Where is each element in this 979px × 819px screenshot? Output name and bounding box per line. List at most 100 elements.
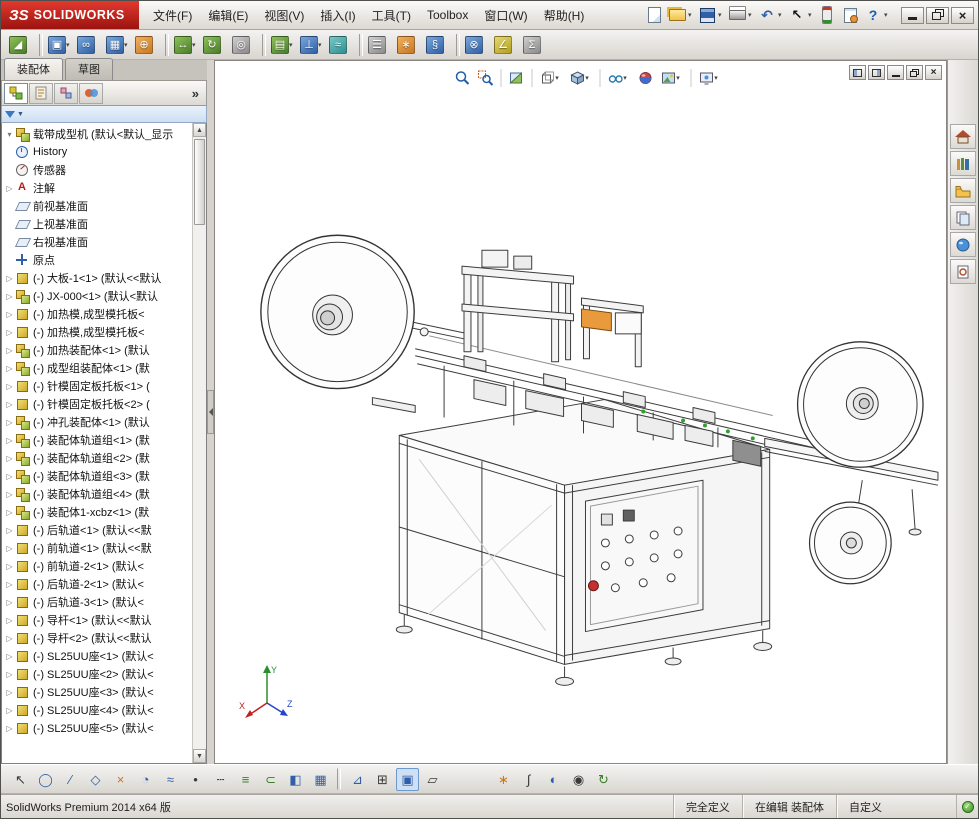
toolbar-button[interactable] bbox=[165, 33, 169, 56]
tree-item-expander-icon[interactable]: ▷ bbox=[4, 418, 15, 427]
display-style-dropdown-icon[interactable]: ▾ bbox=[585, 74, 592, 82]
tree-item-expander-icon[interactable]: ▷ bbox=[4, 310, 15, 319]
tree-item[interactable]: ▷ (-) 导杆<2> (默认<<默认 bbox=[4, 629, 192, 647]
tree-item-expander-icon[interactable]: ▷ bbox=[4, 688, 15, 697]
sketch-tool-button[interactable]: ↻ bbox=[592, 768, 615, 791]
menu-item[interactable]: 视图(V) bbox=[256, 1, 312, 29]
tree-item[interactable]: ▷ (-) SL25UU座<5> (默认< bbox=[4, 719, 192, 737]
tree-item[interactable]: ▷ (-) 成型组装配体<1> (默 bbox=[4, 359, 192, 377]
propertymanager-tab[interactable] bbox=[29, 82, 53, 104]
tree-item[interactable]: ▷ (-) 前轨道<1> (默认<<默 bbox=[4, 539, 192, 557]
toolbar-button[interactable]: ▣ ▾ bbox=[46, 32, 75, 58]
tree-item[interactable]: ▷ (-) SL25UU座<2> (默认< bbox=[4, 665, 192, 683]
sketch-tool-button[interactable]: ◐ bbox=[542, 768, 565, 791]
toolbar-button[interactable] bbox=[359, 33, 363, 56]
toolbar-button[interactable]: ⊕ bbox=[133, 32, 162, 58]
document-restore-button[interactable] bbox=[906, 65, 923, 80]
menu-item[interactable]: 插入(I) bbox=[312, 1, 363, 29]
sketch-tool-button[interactable]: ∕ bbox=[59, 768, 82, 791]
scrollbar-thumb[interactable] bbox=[194, 139, 205, 225]
hide-show-dropdown-icon[interactable]: ▾ bbox=[623, 74, 630, 82]
toolbar-button[interactable]: Σ bbox=[521, 32, 550, 58]
open-dropdown-icon[interactable]: ▾ bbox=[688, 11, 695, 19]
tree-item[interactable]: 右视基准面 bbox=[4, 233, 192, 251]
tree-item[interactable]: ▷ (-) SL25UU座<1> (默认< bbox=[4, 647, 192, 665]
tree-item[interactable]: ▷ 注解 bbox=[4, 179, 192, 197]
tree-item-expander-icon[interactable]: ▷ bbox=[4, 274, 15, 283]
appearances-scenes-icon[interactable] bbox=[950, 232, 976, 257]
new-document-icon[interactable] bbox=[643, 4, 665, 26]
save-icon[interactable] bbox=[696, 4, 718, 26]
toolbar-button[interactable]: ▦ ▾ bbox=[104, 32, 133, 58]
tree-item-expander-icon[interactable]: ▷ bbox=[4, 670, 15, 679]
select-cursor-icon[interactable]: ↖ bbox=[786, 4, 808, 26]
tree-item-expander-icon[interactable]: ▷ bbox=[4, 616, 15, 625]
tree-item[interactable]: ▷ (-) 装配体轨道组<3> (默 bbox=[4, 467, 192, 485]
collapse-panel-button[interactable] bbox=[207, 390, 214, 434]
edit-appearance[interactable] bbox=[634, 66, 656, 90]
sketch-tool-button[interactable]: ≡ bbox=[234, 768, 257, 791]
toolbar-button[interactable]: ◢ bbox=[7, 32, 36, 58]
sketch-tool-button[interactable]: ≈ bbox=[159, 768, 182, 791]
zoom-to-fit[interactable] bbox=[451, 66, 473, 90]
tree-item-expander-icon[interactable]: ▷ bbox=[4, 184, 15, 193]
restore-button[interactable] bbox=[926, 6, 949, 24]
view-settings-dropdown-icon[interactable]: ▾ bbox=[714, 74, 721, 82]
toolbar-button[interactable]: ∗ bbox=[395, 32, 424, 58]
tree-item[interactable]: ▷ (-) 装配体1-xcbz<1> (默 bbox=[4, 503, 192, 521]
tree-item-expander-icon[interactable]: ▷ bbox=[4, 400, 15, 409]
toolbar-dropdown-icon[interactable]: ▾ bbox=[124, 41, 131, 49]
tree-item[interactable]: ▷ (-) 导杆<1> (默认<<默认 bbox=[4, 611, 192, 629]
view-orientation-dropdown-icon[interactable]: ▾ bbox=[555, 74, 562, 82]
toolbar-dropdown-icon[interactable]: ▾ bbox=[289, 41, 296, 49]
tree-item-expander-icon[interactable]: ▷ bbox=[4, 346, 15, 355]
sketch-tool-button[interactable]: ∫ bbox=[517, 768, 540, 791]
menu-item[interactable]: Toolbox bbox=[419, 1, 476, 29]
tree-item-expander-icon[interactable]: ▷ bbox=[4, 328, 15, 337]
panel-splitter[interactable] bbox=[207, 60, 214, 764]
tree-item[interactable]: ▷ (-) SL25UU座<3> (默认< bbox=[4, 683, 192, 701]
tree-item-expander-icon[interactable]: ▷ bbox=[4, 526, 15, 535]
sketch-tool-button[interactable]: ◧ bbox=[284, 768, 307, 791]
toolbar-button[interactable]: ≈ bbox=[327, 32, 356, 58]
toolbar-button[interactable] bbox=[39, 33, 43, 56]
minimize-button[interactable] bbox=[901, 6, 924, 24]
zoom-to-area[interactable] bbox=[474, 66, 496, 90]
rebuild-icon[interactable] bbox=[816, 4, 838, 26]
toolbar-dropdown-icon[interactable]: ▾ bbox=[192, 41, 199, 49]
tree-item[interactable]: ▷ (-) JX-000<1> (默认<默认 bbox=[4, 287, 192, 305]
tree-item[interactable]: ▷ (-) 后轨道-2<1> (默认< bbox=[4, 575, 192, 593]
sketch-tool-button[interactable]: ◯ bbox=[34, 768, 57, 791]
tree-item-expander-icon[interactable]: ▷ bbox=[4, 544, 15, 553]
scroll-down-icon[interactable]: ▼ bbox=[193, 749, 206, 763]
view-palette-icon[interactable] bbox=[950, 205, 976, 230]
select-dropdown-icon[interactable]: ▾ bbox=[808, 11, 815, 19]
display-style[interactable]: ▾ bbox=[566, 66, 595, 90]
sketch-tool-button[interactable] bbox=[337, 768, 341, 790]
tree-item-expander-icon[interactable]: ▷ bbox=[4, 598, 15, 607]
tree-item[interactable]: 上视基准面 bbox=[4, 215, 192, 233]
tree-item[interactable]: ▷ (-) 装配体轨道组<1> (默 bbox=[4, 431, 192, 449]
file-properties-icon[interactable] bbox=[839, 4, 861, 26]
panel-chevron-icon[interactable]: » bbox=[187, 86, 204, 101]
tree-item[interactable]: 原点 bbox=[4, 251, 192, 269]
tree-item[interactable]: ▷ (-) 前轨道-2<1> (默认< bbox=[4, 557, 192, 575]
document-close-button[interactable]: × bbox=[925, 65, 942, 80]
tree-root-item[interactable]: ▾ 载带成型机 (默认<默认_显示 bbox=[4, 125, 192, 143]
tree-item[interactable]: ▷ (-) 后轨道-3<1> (默认< bbox=[4, 593, 192, 611]
sketch-tool-button[interactable]: ↖ bbox=[9, 768, 32, 791]
pane-left-icon[interactable] bbox=[849, 65, 866, 80]
undo-icon[interactable]: ↶ bbox=[756, 4, 778, 26]
apply-scene-dropdown-icon[interactable]: ▾ bbox=[676, 74, 683, 82]
toolbar-button[interactable]: ↻ bbox=[201, 32, 230, 58]
tree-item[interactable]: ▷ (-) 加热装配体<1> (默认 bbox=[4, 341, 192, 359]
menu-item[interactable]: 文件(F) bbox=[145, 1, 200, 29]
tree-item-expander-icon[interactable]: ▷ bbox=[4, 364, 15, 373]
tree-item[interactable]: History bbox=[4, 143, 192, 161]
toolbar-dropdown-icon[interactable]: ▾ bbox=[66, 41, 73, 49]
section-view[interactable] bbox=[505, 66, 527, 90]
tree-item-expander-icon[interactable]: ▷ bbox=[4, 382, 15, 391]
tree-item-expander-icon[interactable]: ▷ bbox=[4, 472, 15, 481]
featuremanager-tree-tab[interactable] bbox=[4, 82, 28, 104]
pane-right-icon[interactable] bbox=[868, 65, 885, 80]
